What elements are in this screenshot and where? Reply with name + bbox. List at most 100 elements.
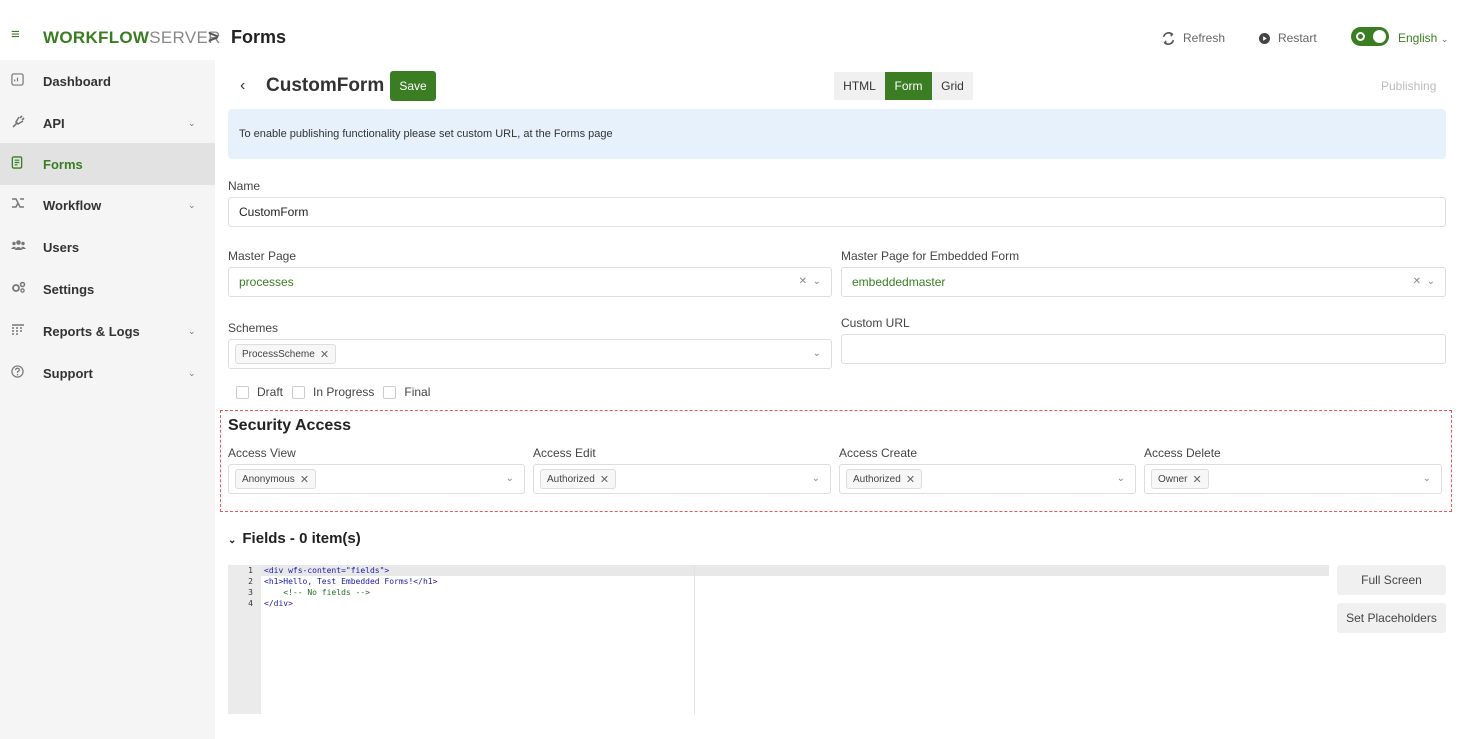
tab-form[interactable]: Form	[885, 72, 932, 100]
sidebar-item-label: Forms	[43, 156, 83, 172]
schemes-label: Schemes	[228, 321, 279, 335]
draft-checkbox[interactable]	[236, 385, 249, 399]
top-bar: ≡ WORKFLOWSERVER > Forms Refresh Restart…	[0, 0, 1458, 60]
access-delete-label: Access Delete	[1144, 446, 1221, 460]
access-delete-tag: Owner ✕	[1151, 469, 1209, 489]
access-edit-select[interactable]: Authorized ✕ ⌄	[533, 464, 831, 494]
name-input[interactable]: CustomForm	[228, 197, 1446, 227]
chevron-down-icon: ⌄	[228, 535, 237, 546]
sidebar-item-label: API	[43, 115, 65, 131]
line-number: 1	[248, 566, 253, 575]
workflow-icon	[11, 197, 27, 213]
sidebar-item-settings[interactable]: Settings	[0, 268, 215, 310]
chevron-down-icon[interactable]: ⌄	[812, 473, 820, 484]
access-view-tag: Anonymous ✕	[235, 469, 317, 489]
chevron-down-icon[interactable]: ⌄	[1117, 473, 1125, 484]
sidebar-item-label: Reports & Logs	[43, 323, 140, 339]
security-access-title: Security Access	[228, 417, 352, 434]
sidebar-item-support[interactable]: Support ⌄	[0, 352, 215, 394]
remove-tag-icon[interactable]: ✕	[600, 473, 609, 486]
logo-bold-text: WORKFLOW	[43, 28, 150, 47]
restart-button[interactable]: Restart	[1259, 31, 1317, 45]
dashboard-icon	[11, 73, 27, 89]
form-title: CustomForm	[266, 75, 385, 96]
in-progress-checkbox[interactable]	[292, 385, 306, 399]
tag-label: ProcessScheme	[242, 348, 315, 360]
gears-icon	[11, 281, 27, 297]
app-logo[interactable]: WORKFLOWSERVER	[43, 28, 221, 48]
editor-split-divider[interactable]	[694, 565, 695, 714]
access-delete-select[interactable]: Owner ✕ ⌄	[1144, 464, 1442, 494]
sidebar-item-forms[interactable]: Forms	[0, 143, 215, 185]
remove-tag-icon[interactable]: ✕	[1192, 473, 1201, 486]
name-label: Name	[228, 179, 261, 193]
language-label: English	[1398, 31, 1438, 45]
access-create-label: Access Create	[839, 446, 918, 460]
tab-grid[interactable]: Grid	[932, 72, 973, 100]
sidebar-item-label: Support	[43, 365, 93, 381]
sidebar-item-label: Workflow	[43, 197, 102, 213]
toggle-knob	[1373, 30, 1386, 43]
clear-chevron-controls[interactable]: ✕ ⌄	[1413, 276, 1435, 287]
clear-icon[interactable]: ✕	[799, 276, 807, 287]
master-page-label: Master Page	[228, 249, 297, 263]
line-number: 2	[248, 577, 253, 586]
master-page-select[interactable]: processes ✕ ⌄	[228, 267, 832, 297]
sidebar-item-label: Users	[43, 239, 80, 255]
save-button[interactable]: Save	[390, 71, 436, 101]
chevron-down-icon[interactable]: ⌄	[813, 276, 821, 287]
chevron-down-icon[interactable]: ⌄	[1427, 276, 1435, 287]
editor-active-line	[261, 565, 1329, 576]
tag-label: Owner	[1158, 473, 1188, 485]
access-view-label: Access View	[228, 446, 296, 460]
access-create-tag: Authorized ✕	[846, 469, 923, 489]
reports-icon	[11, 323, 27, 339]
sidebar-item-users[interactable]: Users	[0, 226, 215, 268]
access-edit-tag: Authorized ✕	[540, 469, 617, 489]
access-create-select[interactable]: Authorized ✕ ⌄	[839, 464, 1136, 494]
chevron-down-icon: ⌄	[1440, 34, 1449, 44]
hamburger-icon[interactable]: ≡	[11, 27, 20, 42]
clear-icon[interactable]: ✕	[1413, 276, 1421, 287]
tab-html[interactable]: HTML	[834, 72, 885, 100]
remove-tag-icon[interactable]: ✕	[906, 473, 915, 486]
refresh-icon	[1162, 31, 1175, 45]
access-view-select[interactable]: Anonymous ✕ ⌄	[228, 464, 525, 494]
schemes-select[interactable]: ProcessScheme ✕ ⌄	[228, 339, 832, 369]
fields-section-toggle[interactable]: ⌄ Fields - 0 item(s)	[228, 530, 361, 547]
chevron-down-icon[interactable]: ⌄	[1423, 473, 1431, 484]
set-placeholders-button[interactable]: Set Placeholders	[1337, 603, 1446, 633]
final-label: Final	[404, 385, 431, 399]
back-chevron-icon[interactable]: ‹	[240, 77, 245, 95]
sidebar-item-dashboard[interactable]: Dashboard	[0, 60, 215, 102]
code-line: <!-- No fields -->	[264, 588, 370, 597]
sidebar-item-workflow[interactable]: Workflow ⌄	[0, 184, 215, 226]
code-editor[interactable]: 1 2 3 4 <div wfs-content="fields"> <h1>H…	[228, 565, 1329, 714]
theme-toggle[interactable]	[1351, 27, 1389, 46]
breadcrumb-separator: >	[208, 27, 219, 47]
master-embedded-value: embeddedmaster	[852, 275, 946, 289]
access-edit-label: Access Edit	[533, 446, 596, 460]
full-screen-button[interactable]: Full Screen	[1337, 565, 1446, 595]
chevron-down-icon: ⌄	[188, 367, 196, 378]
final-checkbox[interactable]	[383, 385, 397, 399]
restart-label: Restart	[1278, 31, 1317, 45]
chevron-down-icon[interactable]: ⌄	[506, 473, 514, 484]
language-select[interactable]: English ⌄	[1398, 31, 1448, 45]
refresh-button[interactable]: Refresh	[1162, 31, 1225, 45]
chevron-down-icon: ⌄	[188, 325, 196, 336]
master-embedded-label: Master Page for Embedded Form	[841, 249, 1020, 263]
custom-url-input[interactable]	[841, 334, 1446, 364]
toggle-ring-icon	[1356, 32, 1365, 41]
scheme-tag: ProcessScheme ✕	[235, 344, 337, 364]
master-embedded-select[interactable]: embeddedmaster ✕ ⌄	[841, 267, 1446, 297]
sidebar-item-api[interactable]: API ⌄	[0, 102, 215, 144]
master-page-value: processes	[239, 275, 294, 289]
line-number: 4	[248, 599, 253, 608]
clear-chevron-controls[interactable]: ✕ ⌄	[799, 276, 821, 287]
line-number: 3	[248, 588, 253, 597]
chevron-down-icon[interactable]: ⌄	[813, 348, 821, 359]
sidebar-item-reports-logs[interactable]: Reports & Logs ⌄	[0, 310, 215, 352]
remove-tag-icon[interactable]: ✕	[300, 473, 309, 486]
remove-tag-icon[interactable]: ✕	[320, 348, 329, 361]
